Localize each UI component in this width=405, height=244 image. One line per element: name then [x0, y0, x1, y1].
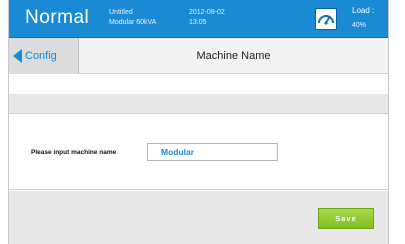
load-label: Load :: [352, 6, 375, 15]
nav-bar: Config Machine Name: [9, 38, 388, 74]
status-header: Normal Untitled Modular 60kVA 2012-09-02…: [9, 0, 388, 38]
back-button[interactable]: Config: [9, 38, 79, 74]
save-button[interactable]: Save: [318, 208, 374, 229]
back-label: Config: [25, 50, 57, 62]
machine-name-label: Please input machine name: [31, 149, 117, 156]
back-arrow-icon: [13, 49, 22, 63]
operating-mode: Normal: [25, 7, 90, 28]
time-display: 13:05: [189, 19, 207, 26]
section-divider: [9, 94, 388, 114]
page-title: Machine Name: [196, 50, 271, 62]
model-spec: Modular 60kVA: [109, 19, 157, 26]
load-value: 40%: [352, 22, 367, 29]
action-area: Save: [9, 191, 388, 244]
model-name: Untitled: [109, 9, 133, 16]
machine-name-form: Please input machine name: [9, 114, 388, 190]
date-display: 2012-09-02: [189, 9, 225, 16]
load-gauge-icon: [315, 8, 337, 30]
screen: Normal Untitled Modular 60kVA 2012-09-02…: [8, 0, 389, 244]
machine-name-input[interactable]: [147, 143, 278, 161]
